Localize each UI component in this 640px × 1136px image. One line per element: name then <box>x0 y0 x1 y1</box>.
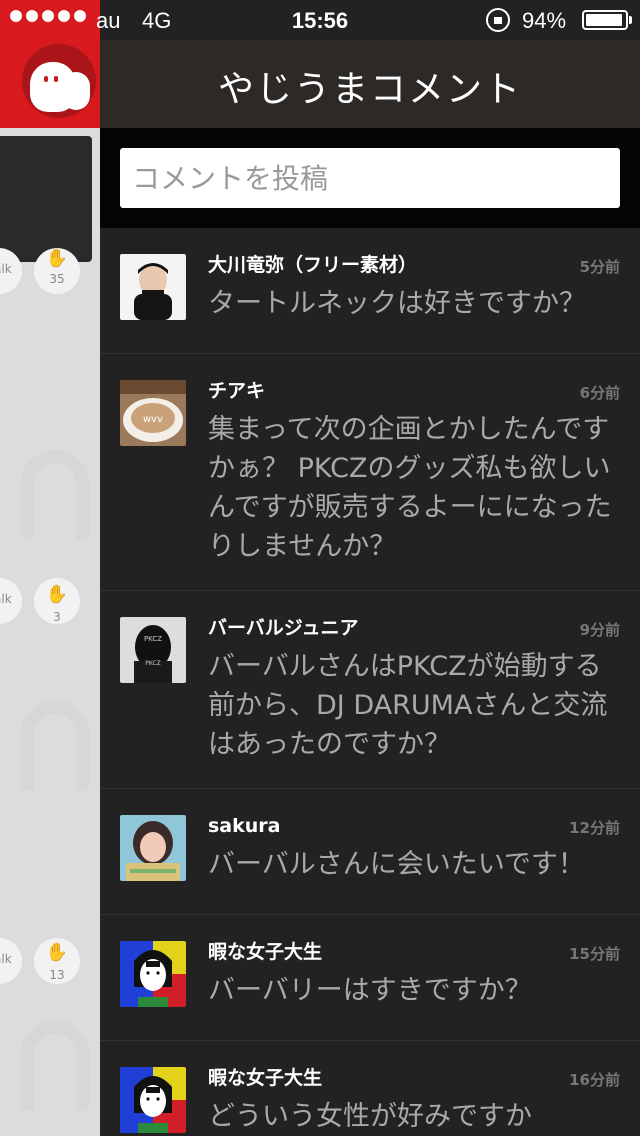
comment-timestamp: 16分前 <box>569 1071 620 1089</box>
comment-item[interactable]: PKCZ PKCZ バーバルジュニア 9分前バーバルさんはPKCZが始動する前から、D… <box>100 591 640 789</box>
comment-username: 暇な女子大生 <box>208 941 323 963</box>
comment-input[interactable] <box>120 148 620 208</box>
watermark-shape <box>20 1020 90 1110</box>
clap-count: 3 <box>53 610 61 624</box>
logo-eye <box>54 76 58 82</box>
rotation-lock-icon <box>486 8 510 32</box>
talk-label: alk <box>0 952 12 966</box>
comment-text: バーバリーはすきですか？ <box>208 975 532 1006</box>
logo-eye <box>44 76 48 82</box>
comment-timestamp: 5分前 <box>579 258 620 276</box>
watermark-shape <box>20 700 90 790</box>
avatar[interactable] <box>120 815 186 881</box>
background-card <box>0 136 92 262</box>
svg-text:PKCZ: PKCZ <box>145 660 161 667</box>
clap-icon: ✋ <box>45 248 69 269</box>
comment-timestamp: 6分前 <box>579 384 620 402</box>
avatar[interactable] <box>120 1067 186 1133</box>
battery-icon <box>582 10 628 30</box>
comment-username: バーバルジュニア <box>208 617 359 639</box>
comment-input-bar <box>100 128 640 228</box>
comment-item[interactable]: wvv チアキ 6分前集まって次の企画とかしたんですかぁ？ PKCZのグッズ私も欲し… <box>100 354 640 591</box>
nav-bar: やじうまコメント <box>100 40 640 128</box>
status-bar: au 4G 15:56 94% <box>0 0 640 40</box>
background-view: alk ✋ 35 alk ✋ 3 alk ✋ 13 <box>0 0 100 1136</box>
comment-timestamp: 15分前 <box>569 945 620 963</box>
comment-item[interactable]: sakura 12分前バーバルさんに会いたいです！ <box>100 789 640 915</box>
comment-timestamp: 12分前 <box>569 819 620 837</box>
talk-label: alk <box>0 262 12 276</box>
avatar[interactable] <box>120 941 186 1007</box>
comment-username: 大川竜弥（フリー素材） <box>208 254 418 276</box>
clap-count: 35 <box>49 272 65 286</box>
comment-username: チアキ <box>208 380 266 402</box>
avatar[interactable]: PKCZ PKCZ <box>120 617 186 683</box>
clap-icon: ✋ <box>45 584 69 605</box>
battery-tip <box>629 16 632 24</box>
avatar[interactable] <box>120 254 186 320</box>
battery-fill <box>586 14 622 26</box>
talk-label: alk <box>0 592 12 606</box>
comment-username: 暇な女子大生 <box>208 1067 323 1089</box>
svg-text:wvv: wvv <box>143 414 163 425</box>
comment-text: 集まって次の企画とかしたんですかぁ？ PKCZのグッズ私も欲しいんですが販売する… <box>208 414 612 562</box>
comment-text: バーバルさんに会いたいです！ <box>208 849 585 880</box>
watermark-shape <box>20 450 90 540</box>
comment-list: 大川竜弥（フリー素材） 5分前タートルネックは好きですか？ wvv チアキ 6分前集まっ… <box>100 228 640 1136</box>
clap-count: 13 <box>49 968 65 982</box>
comment-text: どういう女性が好みですか <box>208 1101 532 1132</box>
comment-item[interactable]: 大川竜弥（フリー素材） 5分前タートルネックは好きですか？ <box>100 228 640 354</box>
comment-username: sakura <box>208 815 281 837</box>
comment-timestamp: 9分前 <box>579 621 620 639</box>
comment-item[interactable]: 暇な女子大生 15分前バーバリーはすきですか？ <box>100 915 640 1041</box>
comment-text: バーバルさんはPKCZが始動する前から、DJ DARUMAさんと交流はあったので… <box>208 651 608 760</box>
battery-percent: 94% <box>522 8 567 33</box>
logo-ghost-small-icon <box>62 72 90 110</box>
page-title: やじうまコメント <box>217 69 522 110</box>
comments-panel: やじうまコメント 大川竜弥（フリー素材） 5分前タートルネックは好きですか？ wvv… <box>100 0 640 1136</box>
svg-text:PKCZ: PKCZ <box>144 635 162 643</box>
comment-text: タートルネックは好きですか？ <box>208 288 586 319</box>
avatar[interactable]: wvv <box>120 380 186 446</box>
comment-item[interactable]: 暇な女子大生 16分前どういう女性が好みですか <box>100 1041 640 1136</box>
clap-icon: ✋ <box>45 942 69 963</box>
